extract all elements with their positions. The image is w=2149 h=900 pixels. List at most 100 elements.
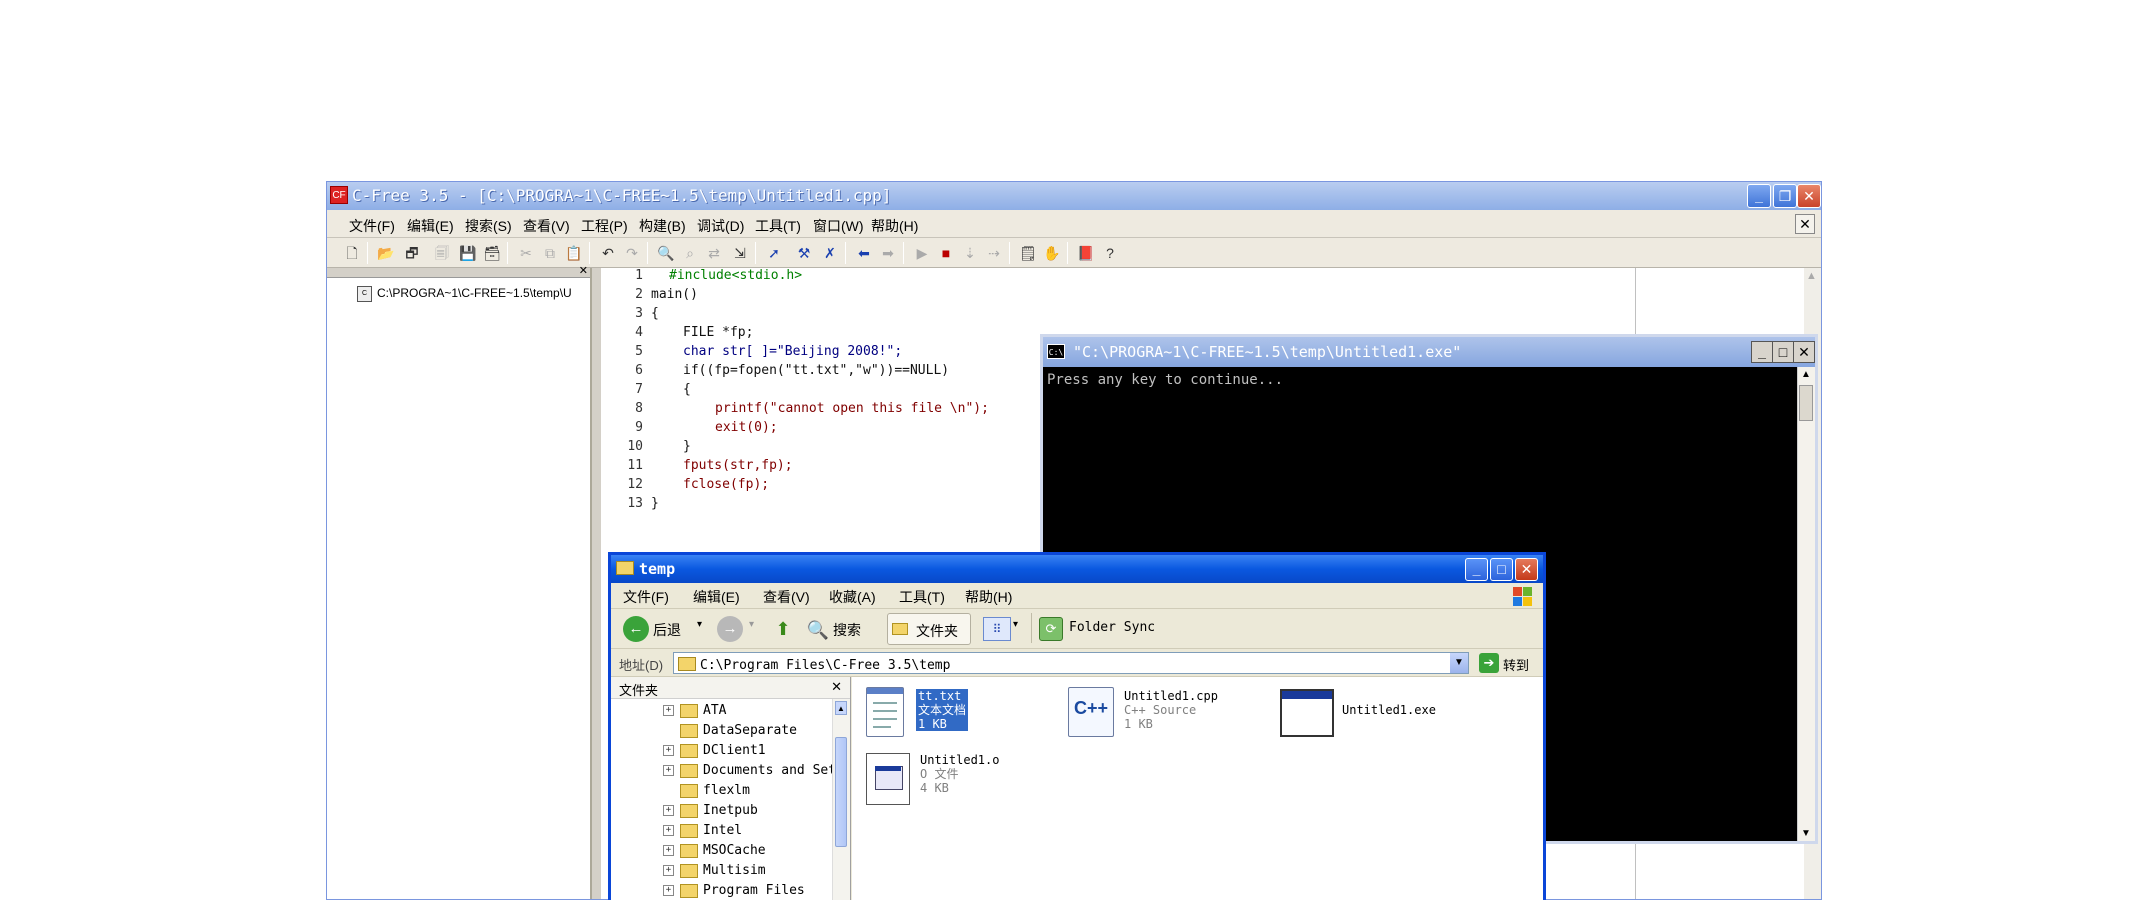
go-button[interactable]: 转到 — [1503, 655, 1529, 674]
back-arrow-icon[interactable]: ← — [623, 616, 649, 642]
search-icon[interactable]: 🔍 — [805, 617, 831, 643]
console-close-button[interactable]: ✕ — [1793, 341, 1815, 363]
find-next-icon[interactable]: ⌕ — [679, 242, 701, 264]
console-minimize-button[interactable]: _ — [1751, 341, 1773, 363]
folder-sync-icon[interactable]: ⟳ — [1039, 617, 1063, 641]
stop-icon[interactable]: ■ — [935, 242, 957, 264]
up-folder-icon[interactable]: ⬆ — [771, 617, 795, 641]
undo-icon[interactable]: ↶ — [597, 242, 619, 264]
open-folder-icon[interactable]: 📂 — [375, 242, 397, 264]
menu-tools[interactable]: 工具(T) — [755, 216, 801, 236]
explorer-close-button[interactable]: ✕ — [1515, 558, 1538, 581]
console-title-bar[interactable]: C:\ "C:\PROGRA~1\C-FREE~1.5\temp\Untitle… — [1043, 337, 1815, 367]
views-dropdown-icon[interactable]: ▾ — [1013, 619, 1018, 630]
minimize-button[interactable]: _ — [1747, 184, 1771, 208]
goto-line-icon[interactable]: ⇲ — [729, 242, 751, 264]
cfree-title-bar[interactable]: CF C-Free 3.5 - [C:\PROGRA~1\C-FREE~1.5\… — [327, 182, 1821, 210]
cut-icon[interactable]: ✂ — [515, 242, 537, 264]
scroll-up-icon[interactable]: ▲ — [835, 701, 847, 715]
explorer-minimize-button[interactable]: _ — [1465, 558, 1488, 581]
cpp-file-icon[interactable]: C++ — [1068, 687, 1114, 737]
menu-favorites[interactable]: 收藏(A) — [829, 587, 876, 607]
forward-arrow-icon[interactable]: ➡ — [877, 242, 899, 264]
back-button[interactable]: 后退 — [653, 620, 681, 640]
menu-view[interactable]: 查看(V) — [523, 216, 570, 236]
menu-edit[interactable]: 编辑(E) — [407, 216, 454, 236]
find-icon[interactable]: 🔍 — [655, 242, 677, 264]
menu-tools[interactable]: 工具(T) — [899, 587, 945, 607]
console-icon[interactable]: C:\ — [1047, 344, 1065, 359]
folders-scrollbar[interactable]: ▲ — [832, 699, 850, 900]
exe-file-icon[interactable] — [1280, 689, 1334, 737]
scroll-down-icon[interactable]: ▼ — [1801, 828, 1811, 839]
step-into-icon[interactable]: ⇣ — [959, 242, 981, 264]
text-file-icon[interactable] — [866, 687, 904, 737]
new-file-icon[interactable]: 🗋 — [341, 242, 363, 264]
views-icon[interactable]: ⠿ — [983, 617, 1011, 641]
file-item-tt-txt[interactable]: tt.txt 文本文档 1 KB — [916, 689, 969, 731]
menu-file[interactable]: 文件(F) — [623, 587, 669, 607]
scroll-thumb[interactable] — [835, 737, 847, 847]
compile-icon[interactable]: ➚ — [763, 242, 785, 264]
file-item-untitled1-exe[interactable]: Untitled1.exe — [1342, 703, 1436, 717]
cfree-app-icon[interactable]: CF — [330, 186, 348, 204]
menu-debug[interactable]: 调试(D) — [697, 216, 744, 236]
go-arrow-icon[interactable]: ➔ — [1479, 653, 1499, 673]
tree-folder-item[interactable]: + MSOCache — [663, 843, 766, 863]
tree-folder-item[interactable]: + Intel — [663, 823, 742, 843]
close-file-icon[interactable]: 🗐 — [431, 242, 453, 264]
file-item-untitled1-cpp[interactable]: Untitled1.cpp C++ Source 1 KB — [1124, 689, 1218, 731]
explorer-window[interactable]: temp _ □ ✕ 文件(F) 编辑(E) 查看(V) 收藏(A) 工具(T)… — [608, 552, 1546, 900]
panel-close-button[interactable]: ✕ — [579, 266, 588, 277]
scroll-up-icon[interactable]: ▲ — [1801, 369, 1811, 380]
console-scrollbar[interactable]: ▲ ▼ — [1797, 367, 1815, 841]
document-close-button[interactable]: ✕ — [1795, 214, 1815, 234]
save-icon[interactable]: 💾 — [457, 242, 479, 264]
help-book-icon[interactable]: 📕 — [1075, 242, 1097, 264]
menu-help[interactable]: 帮助(H) — [871, 216, 918, 236]
menu-file[interactable]: 文件(F) — [349, 216, 395, 236]
hand-tool-icon[interactable]: ✋ — [1041, 242, 1063, 264]
back-dropdown-icon[interactable]: ▾ — [697, 619, 702, 630]
menu-help[interactable]: 帮助(H) — [965, 587, 1012, 607]
explorer-title-bar[interactable]: temp _ □ ✕ — [611, 555, 1543, 583]
restore-button[interactable]: ❐ — [1773, 184, 1797, 208]
tree-folder-item[interactable]: flexlm — [663, 783, 750, 803]
explorer-maximize-button[interactable]: □ — [1490, 558, 1513, 581]
paste-icon[interactable]: 📋 — [563, 242, 585, 264]
folders-button[interactable]: 文件夹 — [887, 613, 971, 645]
tree-folder-item[interactable]: + Documents and Set — [663, 763, 836, 783]
tree-folder-item[interactable]: + Multisim — [663, 863, 766, 883]
save-all-icon[interactable]: 🗃 — [481, 242, 503, 264]
tree-folder-item[interactable]: + Inetpub — [663, 803, 758, 823]
step-over-icon[interactable]: ⇢ — [983, 242, 1005, 264]
menu-window[interactable]: 窗口(W) — [813, 216, 864, 236]
menu-project[interactable]: 工程(P) — [581, 216, 628, 236]
context-help-icon[interactable]: ? — [1099, 242, 1121, 264]
project-icon[interactable]: 🗒 — [1017, 242, 1039, 264]
build-icon[interactable]: ⚒ — [793, 242, 815, 264]
menu-view[interactable]: 查看(V) — [763, 587, 810, 607]
folders-pane-close-icon[interactable]: ✕ — [831, 679, 842, 695]
rebuild-icon[interactable]: ✗ — [819, 242, 841, 264]
open-project-icon[interactable]: 🗗 — [401, 242, 423, 264]
tree-folder-item[interactable]: + ATA — [663, 703, 726, 723]
console-maximize-button[interactable]: □ — [1772, 341, 1794, 363]
menu-search[interactable]: 搜索(S) — [465, 216, 512, 236]
address-input[interactable]: C:\Program Files\C-Free 3.5\temp ▼ — [673, 652, 1469, 674]
redo-icon[interactable]: ↷ — [621, 242, 643, 264]
back-arrow-icon[interactable]: ⬅ — [853, 242, 875, 264]
tree-folder-item[interactable]: DataSeparate — [663, 723, 797, 743]
tree-folder-item[interactable]: + DClient1 — [663, 743, 766, 763]
menu-build[interactable]: 构建(B) — [639, 216, 686, 236]
address-dropdown-icon[interactable]: ▼ — [1450, 653, 1468, 673]
close-button[interactable]: ✕ — [1797, 184, 1821, 208]
search-button[interactable]: 搜索 — [833, 620, 861, 640]
folder-sync-button[interactable]: Folder Sync — [1069, 620, 1155, 635]
replace-icon[interactable]: ⇄ — [703, 242, 725, 264]
run-icon[interactable]: ▶ — [911, 242, 933, 264]
copy-icon[interactable]: ⧉ — [539, 242, 561, 264]
forward-arrow-icon[interactable]: → — [717, 616, 743, 642]
menu-edit[interactable]: 编辑(E) — [693, 587, 740, 607]
tree-file-node[interactable]: C C:\PROGRA~1\C-FREE~1.5\temp\U — [357, 286, 572, 302]
